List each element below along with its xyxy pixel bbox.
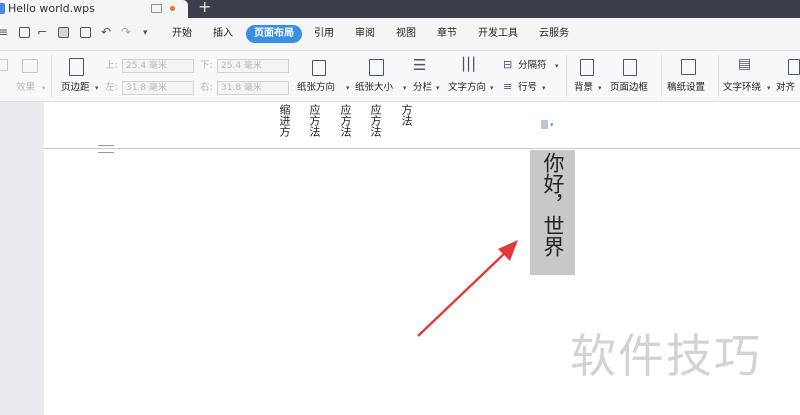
watermark-text: 软件技巧: [570, 329, 762, 383]
arrow-shaft: [417, 251, 507, 337]
